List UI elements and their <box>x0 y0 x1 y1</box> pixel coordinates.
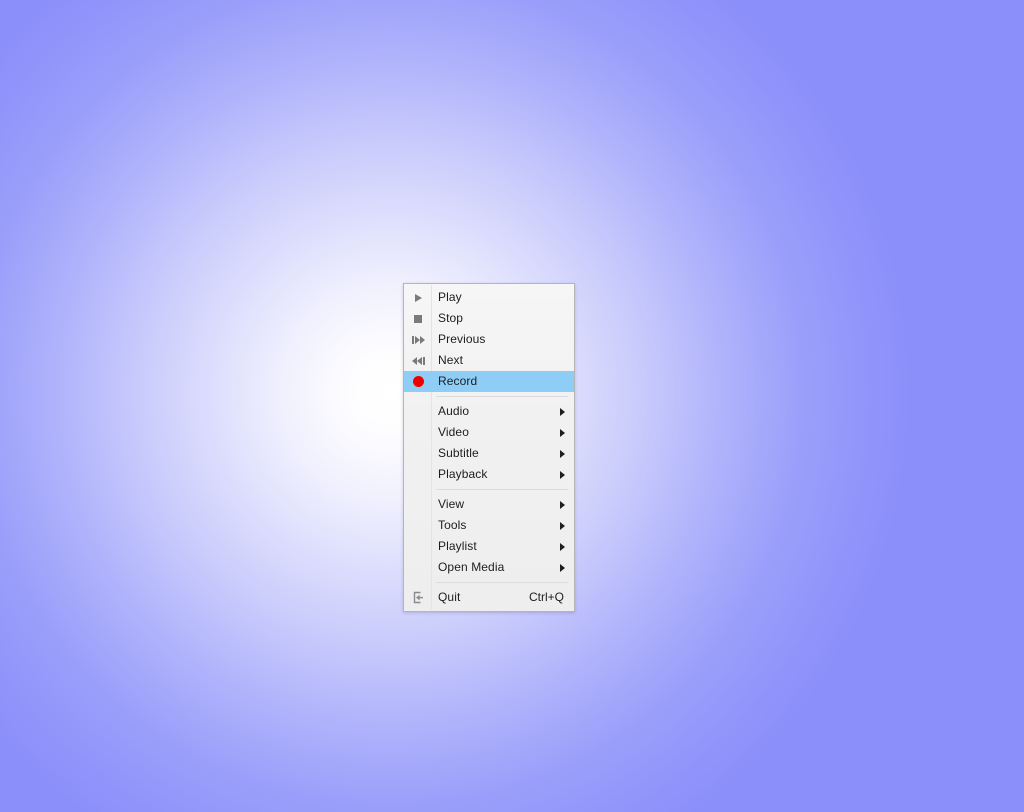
menu-item-label: Playback <box>432 464 554 485</box>
menu-item-label: Previous <box>432 329 574 350</box>
previous-icon <box>404 329 432 350</box>
menu-item-open-media[interactable]: Open Media <box>404 557 574 578</box>
submenu-arrow-icon <box>554 522 574 530</box>
menu-item-label: Next <box>432 350 574 371</box>
menu-item-subtitle[interactable]: Subtitle <box>404 443 574 464</box>
next-icon <box>404 350 432 371</box>
submenu-arrow-icon <box>554 408 574 416</box>
menu-item-stop[interactable]: Stop <box>404 308 574 329</box>
menu-item-tools[interactable]: Tools <box>404 515 574 536</box>
menu-item-playback[interactable]: Playback <box>404 464 574 485</box>
submenu-arrow-icon <box>554 471 574 479</box>
menu-item-play[interactable]: Play <box>404 287 574 308</box>
submenu-arrow-icon <box>554 429 574 437</box>
submenu-arrow-icon <box>554 564 574 572</box>
no-icon <box>404 557 432 578</box>
submenu-arrow-icon <box>554 543 574 551</box>
stop-icon <box>404 308 432 329</box>
exit-icon <box>404 587 432 608</box>
menu-item-label: Stop <box>432 308 574 329</box>
menu-separator <box>436 396 568 397</box>
menu-item-label: Record <box>432 371 574 392</box>
menu-item-label: Video <box>432 422 554 443</box>
no-icon <box>404 515 432 536</box>
menu-item-label: Play <box>432 287 574 308</box>
submenu-arrow-icon <box>554 501 574 509</box>
menu-item-video[interactable]: Video <box>404 422 574 443</box>
menu-separator <box>436 582 568 583</box>
context-menu[interactable]: PlayStopPreviousNextRecord AudioVideoSubt… <box>403 283 575 612</box>
menu-item-record[interactable]: Record <box>404 371 574 392</box>
no-icon <box>404 422 432 443</box>
menu-item-audio[interactable]: Audio <box>404 401 574 422</box>
no-icon <box>404 464 432 485</box>
menu-item-previous[interactable]: Previous <box>404 329 574 350</box>
menu-item-playlist[interactable]: Playlist <box>404 536 574 557</box>
menu-item-next[interactable]: Next <box>404 350 574 371</box>
menu-item-label: Audio <box>432 401 554 422</box>
menu-separator <box>436 489 568 490</box>
submenu-arrow-icon <box>554 450 574 458</box>
menu-item-label: Subtitle <box>432 443 554 464</box>
no-icon <box>404 401 432 422</box>
menu-item-label: View <box>432 494 554 515</box>
menu-item-shortcut: Ctrl+Q <box>529 587 574 608</box>
no-icon <box>404 536 432 557</box>
menu-item-label: Playlist <box>432 536 554 557</box>
desktop-background: PlayStopPreviousNextRecord AudioVideoSubt… <box>0 0 1024 812</box>
record-icon <box>404 371 432 392</box>
no-icon <box>404 443 432 464</box>
menu-item-quit[interactable]: QuitCtrl+Q <box>404 587 574 608</box>
menu-item-label: Open Media <box>432 557 554 578</box>
menu-item-label: Quit <box>432 587 529 608</box>
play-icon <box>404 287 432 308</box>
menu-item-label: Tools <box>432 515 554 536</box>
menu-item-view[interactable]: View <box>404 494 574 515</box>
no-icon <box>404 494 432 515</box>
